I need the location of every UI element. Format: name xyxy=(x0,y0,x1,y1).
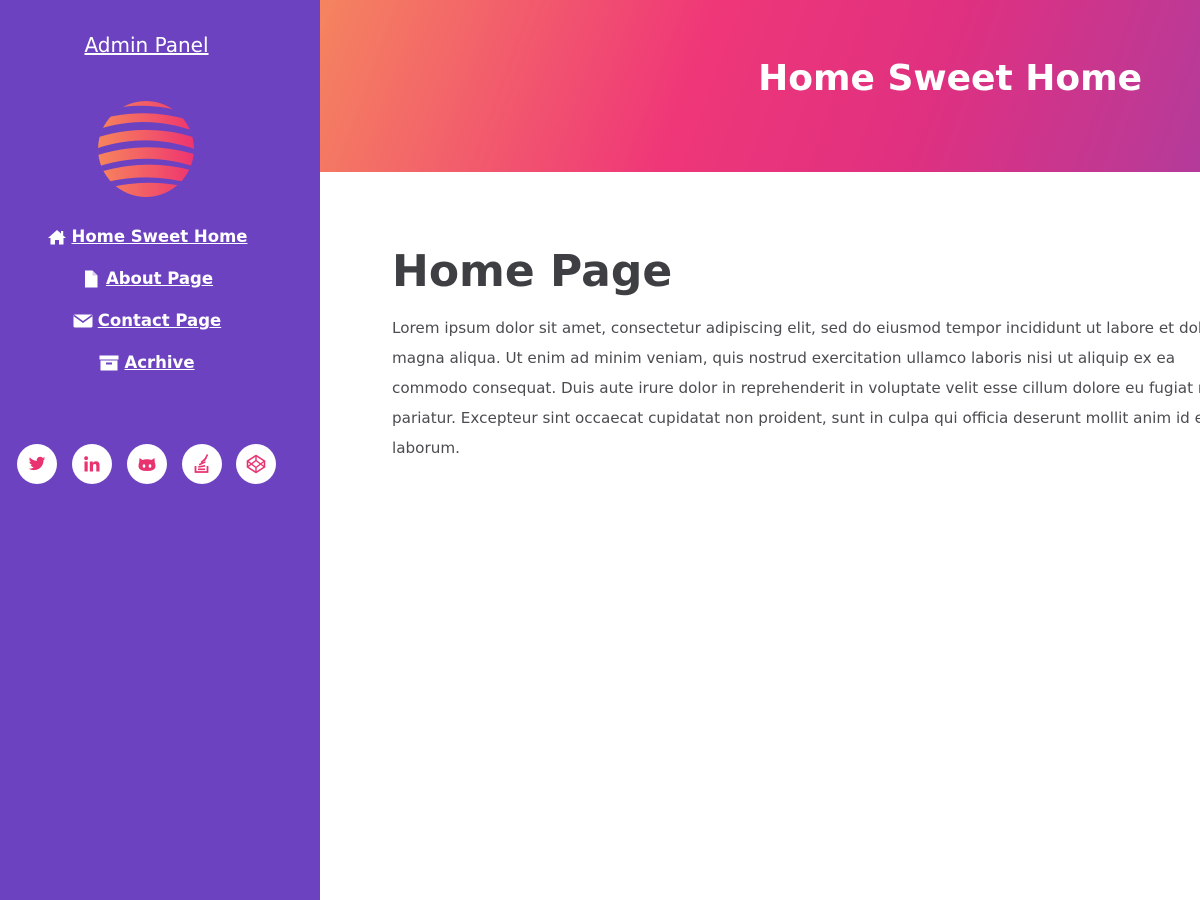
nav-link-home[interactable]: Home Sweet Home xyxy=(46,226,248,248)
github-icon xyxy=(138,458,156,471)
page-title: Home Page xyxy=(392,246,673,297)
twitter-icon xyxy=(28,456,46,471)
linkedin-icon xyxy=(84,456,100,472)
header-title: Home Sweet Home xyxy=(758,58,1142,99)
home-icon xyxy=(46,228,68,246)
codepen-link[interactable] xyxy=(236,444,276,484)
nav-label-archive: Acrhive xyxy=(124,353,195,372)
stackoverflow-icon xyxy=(194,454,209,473)
github-link[interactable] xyxy=(127,444,167,484)
archive-icon xyxy=(98,354,120,372)
sidebar-item-home: Home Sweet Home xyxy=(0,226,293,268)
nav-label-contact: Contact Page xyxy=(97,311,222,330)
nav-link-archive[interactable]: Acrhive xyxy=(98,352,195,374)
file-icon xyxy=(80,270,102,288)
brand-link[interactable]: Admin Panel xyxy=(0,33,293,57)
linkedin-link[interactable] xyxy=(72,444,112,484)
social-links xyxy=(17,444,287,486)
sidebar-nav: Home Sweet Home About Page Contact Page xyxy=(0,226,293,394)
codepen-icon xyxy=(246,454,266,474)
nav-link-contact[interactable]: Contact Page xyxy=(72,310,221,332)
nav-label-about: About Page xyxy=(105,269,214,288)
stackoverflow-link[interactable] xyxy=(182,444,222,484)
sidebar-item-about: About Page xyxy=(0,268,293,310)
header-banner: Home Sweet Home xyxy=(320,0,1200,172)
main-content: Home Page Lorem ipsum dolor sit amet, co… xyxy=(392,246,1200,463)
striped-globe-logo xyxy=(97,100,195,198)
sidebar-item-archive: Acrhive xyxy=(0,352,293,394)
nav-link-about[interactable]: About Page xyxy=(80,268,213,290)
twitter-link[interactable] xyxy=(17,444,57,484)
sidebar-item-contact: Contact Page xyxy=(0,310,293,352)
page-body-text: Lorem ipsum dolor sit amet, consectetur … xyxy=(392,318,1200,457)
app-root: Admin Panel Home Sweet Home About Page C… xyxy=(0,0,1200,900)
nav-label-home: Home Sweet Home xyxy=(71,227,248,246)
sidebar: Admin Panel Home Sweet Home About Page C… xyxy=(0,0,320,900)
envelope-icon xyxy=(72,312,94,330)
